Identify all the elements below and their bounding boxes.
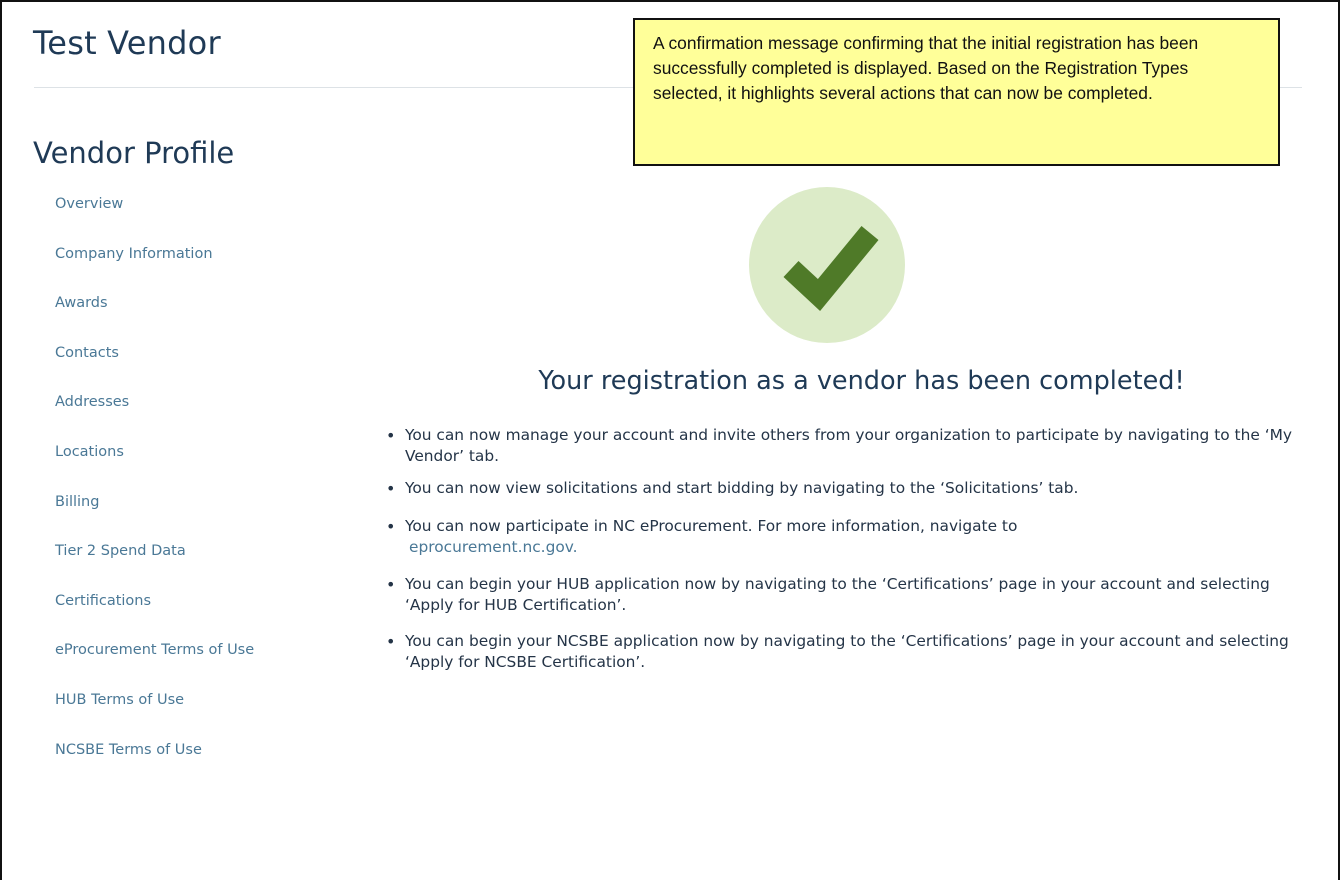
list-item-text: You can now participate in NC eProcureme… bbox=[405, 517, 1018, 535]
list-item-text: You can begin your HUB application now b… bbox=[405, 575, 1270, 614]
page-title: Test Vendor bbox=[33, 24, 221, 62]
sidebar-item-locations[interactable]: Locations bbox=[55, 438, 254, 488]
list-item: • You can now manage your account and in… bbox=[383, 425, 1303, 478]
sidebar-item-awards[interactable]: Awards bbox=[55, 289, 254, 339]
sidebar-item-certifications[interactable]: Certifications bbox=[55, 587, 254, 637]
bullet-glyph: • bbox=[386, 479, 396, 498]
list-item: • You can now participate in NC eProcure… bbox=[383, 516, 1303, 574]
sidebar-item-company-information[interactable]: Company Information bbox=[55, 240, 254, 290]
sidebar-item-eprocurement-terms[interactable]: eProcurement Terms of Use bbox=[55, 636, 254, 686]
next-steps-list: • You can now manage your account and in… bbox=[383, 425, 1303, 673]
list-item: • You can begin your NCSBE application n… bbox=[383, 631, 1303, 673]
checkmark-icon bbox=[783, 226, 879, 312]
confirmation-title: Your registration as a vendor has been c… bbox=[538, 366, 1185, 396]
bullet-glyph: • bbox=[386, 426, 396, 445]
bullet-glyph: • bbox=[386, 517, 396, 536]
list-item: • You can begin your HUB application now… bbox=[383, 574, 1303, 631]
list-item-text: You can begin your NCSBE application now… bbox=[405, 632, 1289, 671]
success-badge bbox=[749, 187, 905, 343]
annotation-callout: A confirmation message confirming that t… bbox=[633, 18, 1280, 166]
sidebar-item-ncsbe-terms[interactable]: NCSBE Terms of Use bbox=[55, 736, 254, 786]
sidebar-item-tier-2-spend-data[interactable]: Tier 2 Spend Data bbox=[55, 537, 254, 587]
sidebar-item-addresses[interactable]: Addresses bbox=[55, 388, 254, 438]
list-item: • You can now view solicitations and sta… bbox=[383, 478, 1303, 516]
bullet-glyph: • bbox=[386, 632, 396, 651]
sidebar-item-contacts[interactable]: Contacts bbox=[55, 339, 254, 389]
list-item-text: You can now view solicitations and start… bbox=[405, 479, 1079, 497]
sidebar-item-overview[interactable]: Overview bbox=[55, 190, 254, 240]
list-item-text: You can now manage your account and invi… bbox=[405, 426, 1292, 465]
sidebar-heading: Vendor Profile bbox=[33, 136, 235, 170]
sidebar-nav: Overview Company Information Awards Cont… bbox=[55, 190, 254, 785]
sidebar-item-hub-terms[interactable]: HUB Terms of Use bbox=[55, 686, 254, 736]
sidebar-item-billing[interactable]: Billing bbox=[55, 488, 254, 538]
bullet-glyph: • bbox=[386, 575, 396, 594]
eprocurement-link[interactable]: eprocurement.nc.gov. bbox=[409, 538, 578, 556]
